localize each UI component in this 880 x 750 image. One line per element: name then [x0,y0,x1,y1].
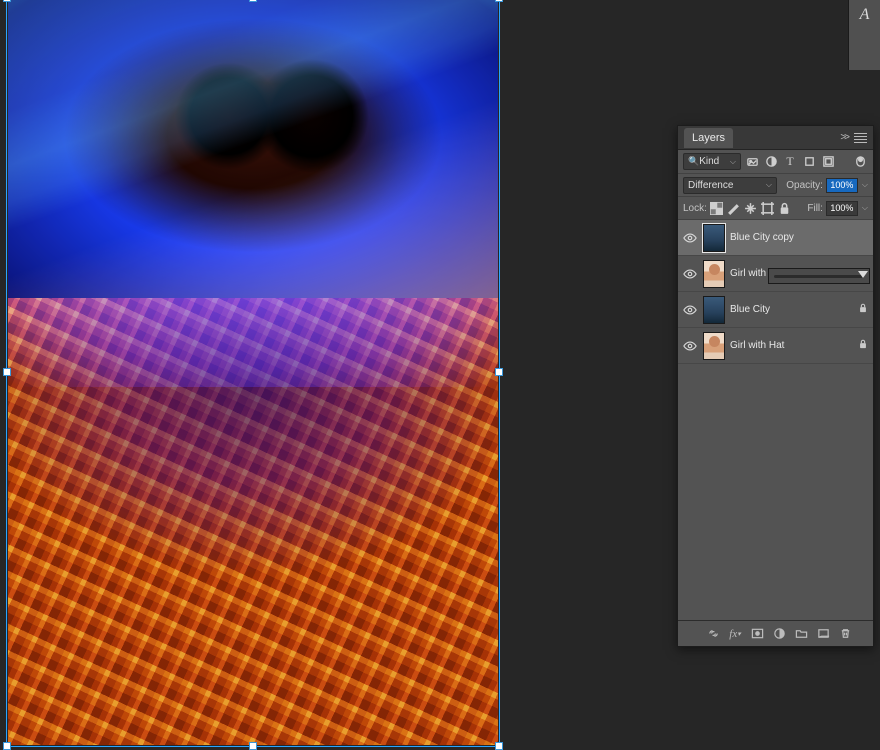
artwork-portrait-layer [8,0,498,387]
collapse-panel-icon[interactable]: >> [840,132,848,143]
blend-mode-select[interactable]: Difference ⌵ [683,177,777,194]
lock-all-icon[interactable] [778,201,792,215]
fill-slider-track[interactable] [774,275,864,278]
layer-filter-kind-select[interactable]: 🔍 Kind ⌵ [683,153,741,170]
layer-thumbnail[interactable] [703,332,725,360]
delete-layer-icon[interactable] [836,625,854,643]
fill-slider-popup[interactable] [768,268,870,284]
opacity-dropdown-icon[interactable]: ⌵ [862,180,868,190]
layer-name-label[interactable]: Girl with Hat [730,340,852,351]
lock-artboard-icon[interactable] [761,201,775,215]
layer-lock-indicator-icon [857,303,869,316]
new-adjustment-layer-icon[interactable] [770,625,788,643]
filter-shape-icon[interactable] [801,154,817,170]
opacity-label: Opacity: [786,180,823,191]
filter-smart-icon[interactable] [820,154,836,170]
fill-slider-knob[interactable] [858,271,868,278]
filter-type-icon[interactable]: T [782,154,798,170]
filter-toggle-icon[interactable] [852,154,868,170]
layers-panel: Layers >> 🔍 Kind ⌵ T Diff [677,125,874,647]
visibility-toggle-icon[interactable] [682,338,698,354]
filter-pixel-icon[interactable] [744,154,760,170]
lock-transparency-icon[interactable] [710,201,724,215]
layers-panel-header[interactable]: Layers >> [678,126,873,150]
layer-lock-indicator-icon [857,339,869,352]
panel-menu-icon[interactable] [854,133,867,143]
add-mask-icon[interactable] [748,625,766,643]
link-layers-icon[interactable] [704,625,722,643]
layer-effects-icon[interactable]: fx▾ [726,625,744,643]
lock-pixels-icon[interactable] [727,201,741,215]
layer-thumbnail[interactable] [703,224,725,252]
new-layer-icon[interactable] [814,625,832,643]
layer-thumbnail[interactable] [703,260,725,288]
layer-row[interactable]: Blue City [678,292,873,328]
lock-position-icon[interactable] [744,201,758,215]
right-collapsed-toolbar: A [848,0,880,70]
layer-filter-row: 🔍 Kind ⌵ T [678,150,873,174]
layers-panel-footer: fx▾ [678,620,873,646]
layer-row[interactable]: Girl with Hat [678,328,873,364]
character-panel-icon[interactable]: A [852,3,878,27]
blend-mode-value: Difference [688,180,733,191]
document-canvas[interactable] [8,0,498,745]
layer-list-empty-area[interactable] [678,470,873,620]
visibility-toggle-icon[interactable] [682,230,698,246]
layer-filter-kind-label: Kind [699,156,719,167]
opacity-input[interactable]: 100% [826,178,858,193]
lock-label: Lock: [683,203,707,214]
blend-opacity-row: Difference ⌵ Opacity: 100% ⌵ [678,174,873,197]
filter-adjustment-icon[interactable] [763,154,779,170]
fill-input[interactable]: 100% [826,201,858,216]
layer-list: Blue City copyGirl with Hat copyBlue Cit… [678,220,873,470]
fill-label: Fill: [807,203,823,214]
layer-name-label[interactable]: Blue City [730,304,852,315]
layer-thumbnail[interactable] [703,296,725,324]
layers-tab[interactable]: Layers [684,128,733,148]
visibility-toggle-icon[interactable] [682,266,698,282]
layer-name-label[interactable]: Blue City copy [730,232,852,243]
visibility-toggle-icon[interactable] [682,302,698,318]
new-group-icon[interactable] [792,625,810,643]
lock-fill-row: Lock: Fill: 100% ⌵ [678,197,873,220]
fill-dropdown-icon[interactable]: ⌵ [862,203,868,213]
layer-row[interactable]: Blue City copy [678,220,873,256]
